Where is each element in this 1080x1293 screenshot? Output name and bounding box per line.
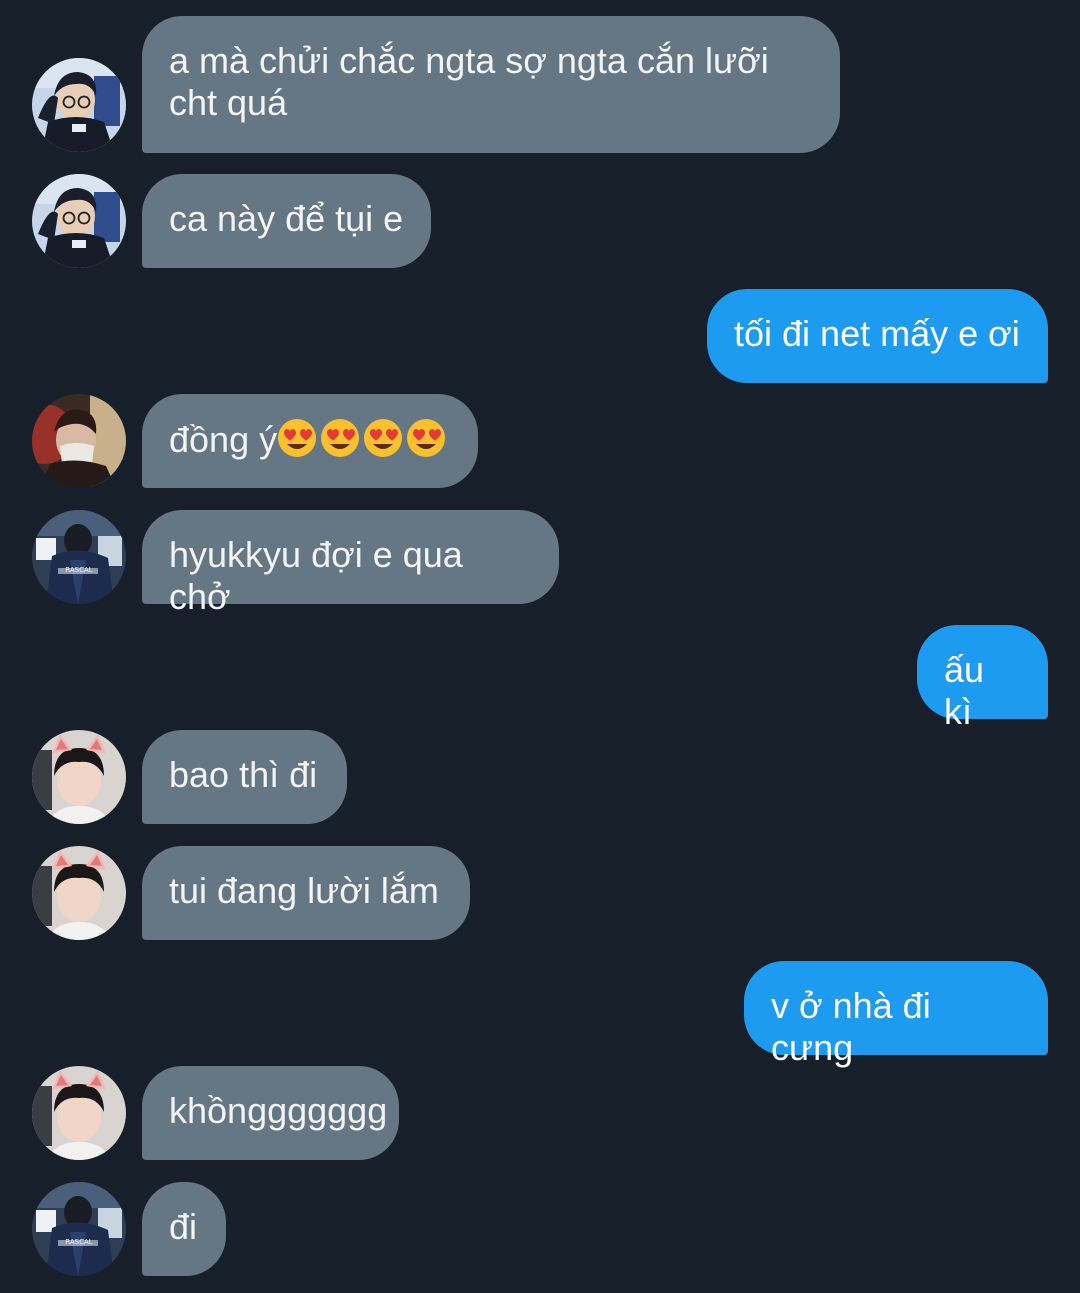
glasses-boy-avatar[interactable] bbox=[32, 58, 126, 152]
message-bubble[interactable]: khồnggggggg bbox=[142, 1066, 399, 1160]
message-bubble[interactable]: ấu kì bbox=[917, 625, 1048, 732]
incoming-message: bao thì đi bbox=[0, 730, 1080, 824]
incoming-message: RASCAL đi bbox=[0, 1182, 1080, 1276]
incoming-message: a mà chửi chắc ngta sợ ngta cắn lưỡi cht… bbox=[0, 16, 1080, 153]
outgoing-message: ấu kì bbox=[0, 625, 1080, 732]
rascal-jacket-avatar[interactable]: RASCAL bbox=[32, 1182, 126, 1276]
message-bubble[interactable]: hyukkyu đợi e qua chở bbox=[142, 510, 559, 617]
heart-eyes-emoji-icon bbox=[321, 419, 360, 457]
message-bubble[interactable]: tối đi net mấy e ơi bbox=[707, 289, 1048, 383]
outgoing-message: v ở nhà đi cưng bbox=[0, 961, 1080, 1068]
glasses-boy-avatar[interactable] bbox=[32, 174, 126, 268]
svg-text:RASCAL: RASCAL bbox=[65, 566, 92, 574]
svg-text:RASCAL: RASCAL bbox=[65, 1238, 92, 1246]
message-bubble[interactable]: v ở nhà đi cưng bbox=[744, 961, 1048, 1068]
heart-eyes-emoji-icon bbox=[364, 419, 403, 457]
message-bubble[interactable]: đồng ý bbox=[142, 394, 478, 488]
message-text: đồng ý bbox=[169, 419, 278, 460]
heart-eyes-emoji-icon bbox=[278, 419, 317, 457]
incoming-message: đồng ý bbox=[0, 394, 1080, 488]
message-bubble[interactable]: ca này để tụi e bbox=[142, 174, 431, 268]
incoming-message: tui đang lười lắm bbox=[0, 846, 1080, 940]
incoming-message: RASCAL hyukkyu đợi e qua chở bbox=[0, 510, 1080, 617]
masked-red-light-avatar[interactable] bbox=[32, 394, 126, 488]
message-bubble[interactable]: a mà chửi chắc ngta sợ ngta cắn lưỡi cht… bbox=[142, 16, 840, 153]
incoming-message: ca này để tụi e bbox=[0, 174, 1080, 268]
message-bubble[interactable]: tui đang lười lắm bbox=[142, 846, 470, 940]
outgoing-message: tối đi net mấy e ơi bbox=[0, 289, 1080, 383]
message-bubble[interactable]: đi bbox=[142, 1182, 226, 1276]
rascal-jacket-avatar[interactable]: RASCAL bbox=[32, 510, 126, 604]
heart-eyes-emoji-icon bbox=[407, 419, 446, 457]
message-bubble[interactable]: bao thì đi bbox=[142, 730, 347, 824]
chat-thread: a mà chửi chắc ngta sợ ngta cắn lưỡi cht… bbox=[0, 0, 1080, 1293]
cat-ears-avatar[interactable] bbox=[32, 846, 126, 940]
incoming-message: khồnggggggg bbox=[0, 1066, 1080, 1160]
cat-ears-avatar[interactable] bbox=[32, 1066, 126, 1160]
cat-ears-avatar[interactable] bbox=[32, 730, 126, 824]
